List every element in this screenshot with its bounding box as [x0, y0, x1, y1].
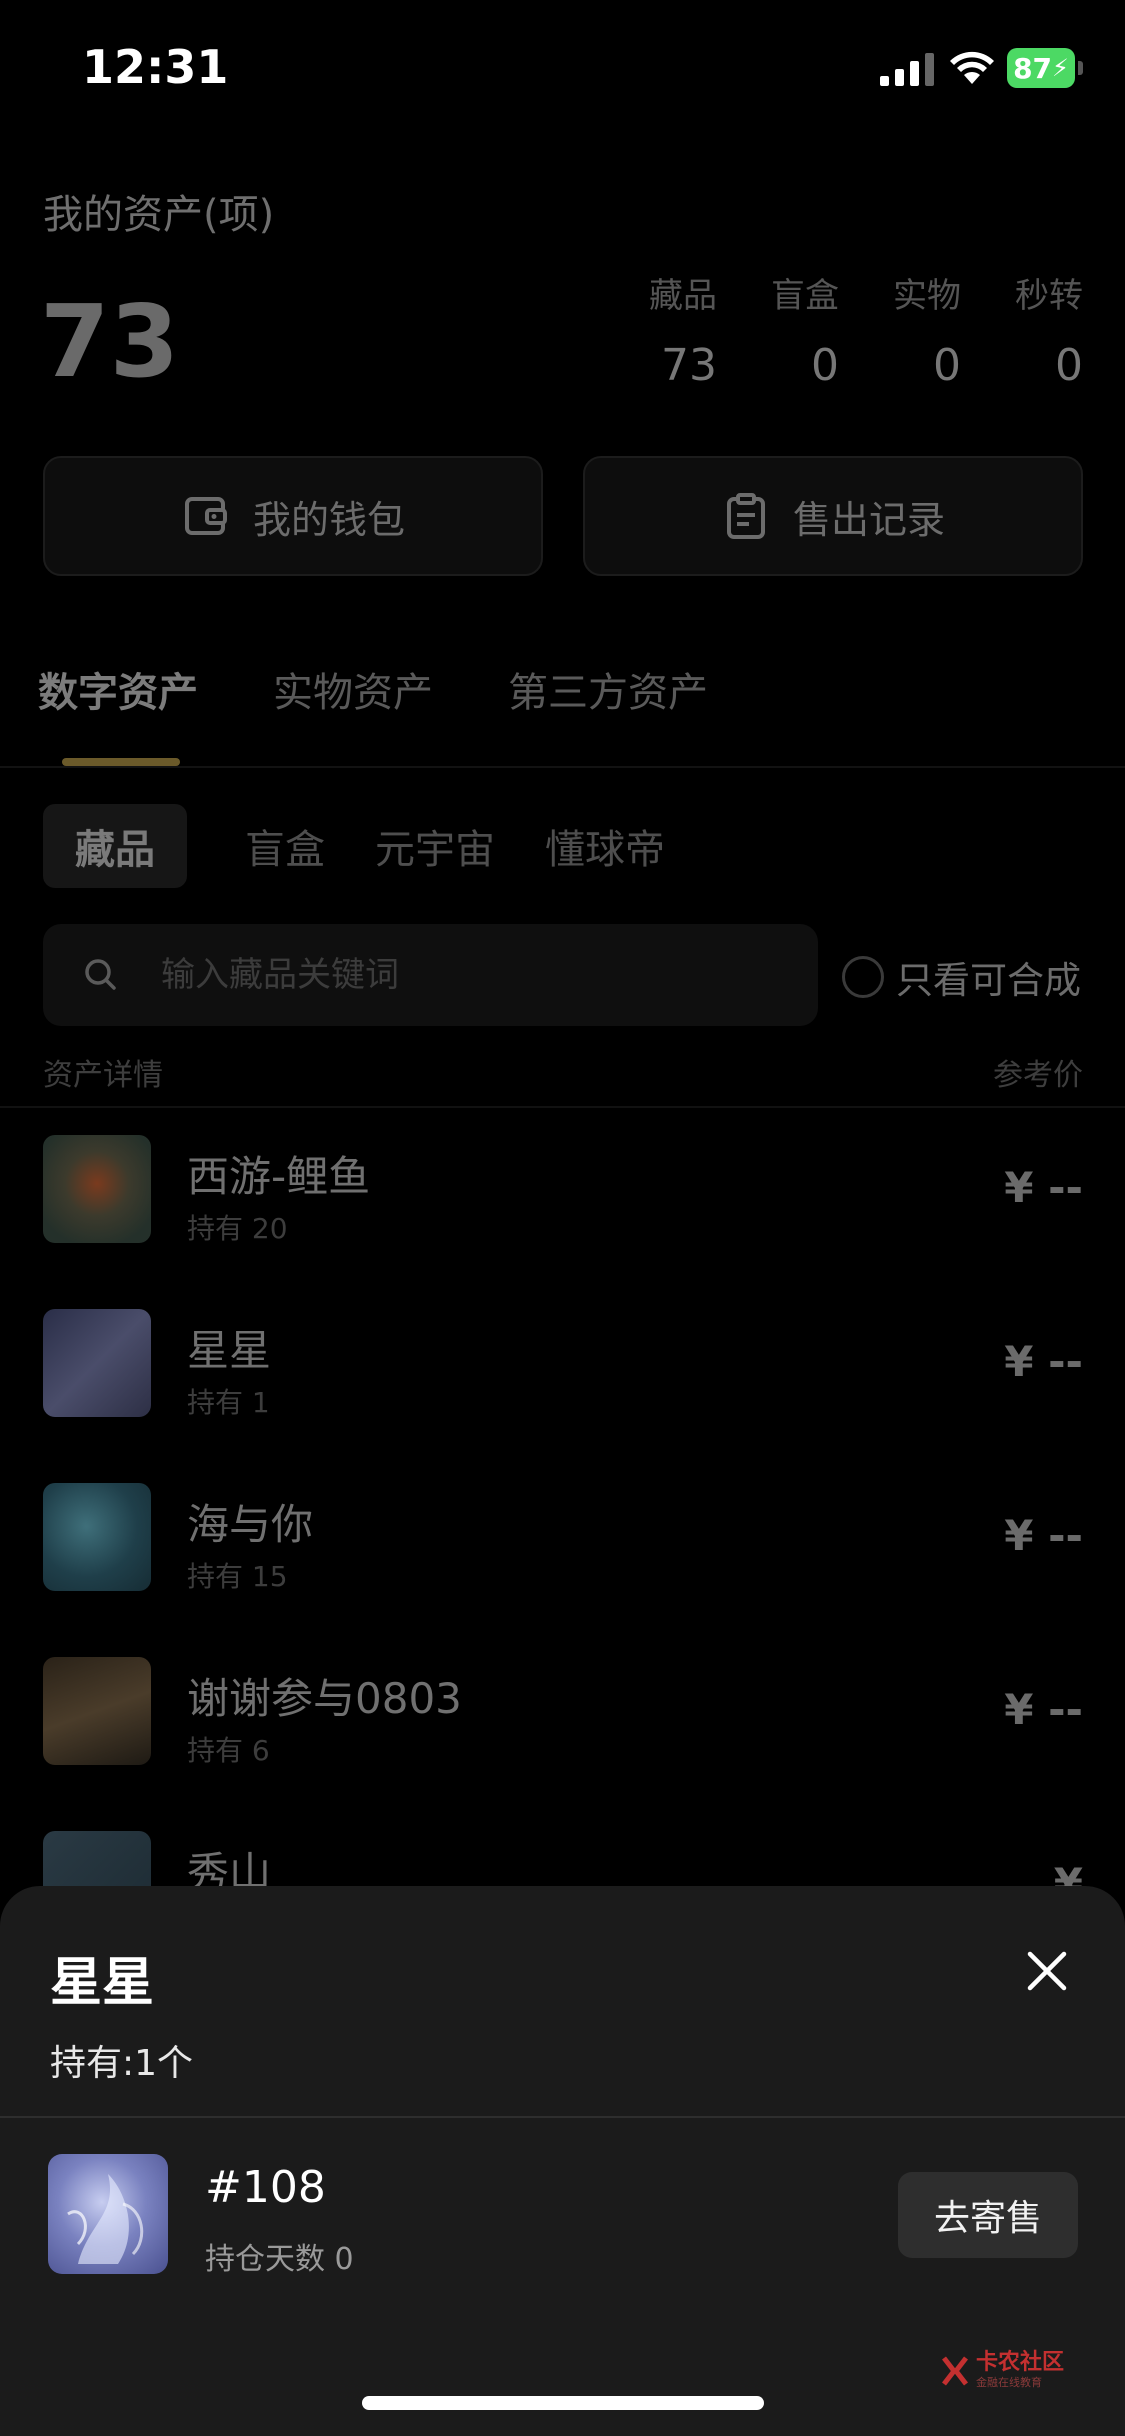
asset-total: 73 — [40, 283, 180, 400]
sheet-title: 星星 — [50, 1953, 155, 2013]
tab-indicator — [62, 758, 180, 766]
wallet-label: 我的钱包 — [252, 497, 405, 542]
watermark-logo-icon — [942, 2356, 968, 2386]
search-icon — [85, 959, 116, 990]
item-hold: 持有 20 — [187, 1212, 288, 1245]
battery-icon: 87 ⚡ — [1007, 48, 1085, 88]
cellular-signal-icon — [880, 53, 934, 86]
stat-blind-boxes[interactable]: 盲盒 0 — [717, 268, 839, 391]
list-item[interactable]: 海与你 持有 15 ¥ -- — [0, 1483, 1125, 1603]
holding-days: 持仓天数 0 — [205, 2242, 354, 2277]
main-tabs: 数字资产 实物资产 第三方资产 — [38, 660, 708, 718]
wallet-icon — [184, 497, 227, 535]
item-price: ¥ -- — [1004, 1685, 1083, 1734]
sub-tabs: 藏品 盲盒 元宇宙 懂球帝 — [43, 804, 665, 888]
item-hold: 持有 6 — [187, 1734, 270, 1767]
list-item[interactable]: 谢谢参与0803 持有 6 ¥ -- — [0, 1657, 1125, 1777]
item-name: 星星 — [187, 1326, 272, 1375]
watermark-subtext: 金融在线教育 — [976, 2376, 1042, 2389]
subtab-collectibles[interactable]: 藏品 — [43, 804, 187, 888]
item-thumbnail — [48, 2154, 168, 2274]
stat-value: 0 — [933, 340, 961, 391]
stat-physical[interactable]: 实物 0 — [839, 268, 961, 391]
item-price: ¥ -- — [1004, 1163, 1083, 1212]
clipboard-icon — [726, 493, 765, 539]
asset-title: 我的资产(项) — [43, 192, 275, 238]
stat-value: 0 — [811, 340, 839, 391]
stat-value: 73 — [661, 340, 717, 391]
list-header-details: 资产详情 — [43, 1058, 163, 1093]
item-thumbnail — [43, 1483, 151, 1591]
stat-label: 藏品 — [649, 276, 717, 316]
only-composable-toggle[interactable]: 只看可合成 — [842, 950, 1081, 1004]
stat-label: 盲盒 — [771, 276, 839, 316]
item-thumbnail — [43, 1309, 151, 1417]
stat-value: 0 — [1055, 340, 1083, 391]
status-bar: 12:31 87 ⚡ — [0, 0, 1125, 140]
tab-third-party-assets[interactable]: 第三方资产 — [508, 660, 708, 718]
item-number: #108 — [205, 2162, 326, 2213]
search-input[interactable] — [161, 955, 761, 995]
only-composable-label: 只看可合成 — [896, 959, 1081, 1002]
sheet-hold-count: 持有:1个 — [50, 2043, 194, 2084]
radio-icon[interactable] — [842, 956, 884, 998]
stat-label: 实物 — [893, 276, 961, 316]
wallet-button[interactable]: 我的钱包 — [43, 456, 543, 576]
artwork-image — [67, 2174, 144, 2264]
list-item[interactable]: 西游-鲤鱼 持有 20 ¥ -- — [0, 1135, 1125, 1255]
item-name: 西游-鲤鱼 — [187, 1152, 371, 1201]
item-name: 海与你 — [187, 1500, 314, 1549]
search-bar[interactable] — [43, 924, 818, 1026]
sales-record-button[interactable]: 售出记录 — [583, 456, 1083, 576]
stat-label: 秒转 — [1015, 276, 1083, 316]
list-header-price: 参考价 — [993, 1058, 1083, 1093]
divider — [0, 1106, 1125, 1108]
watermark-text: 卡农社区 — [976, 2350, 1065, 2375]
tab-digital-assets[interactable]: 数字资产 — [38, 660, 198, 718]
divider — [0, 2116, 1125, 2118]
status-time: 12:31 — [82, 40, 229, 94]
divider — [0, 766, 1125, 768]
asset-stats: 藏品 73 盲盒 0 实物 0 秒转 0 — [595, 268, 1083, 391]
subtab-metaverse[interactable]: 元宇宙 — [375, 817, 495, 875]
sales-record-label: 售出记录 — [792, 497, 945, 542]
tab-physical-assets[interactable]: 实物资产 — [273, 660, 433, 718]
list-item[interactable]: 星星 持有 1 ¥ -- — [0, 1309, 1125, 1429]
item-thumbnail — [43, 1135, 151, 1243]
item-name: 谢谢参与0803 — [187, 1674, 462, 1723]
item-price: ¥ -- — [1004, 1337, 1083, 1386]
stat-instant-transfer[interactable]: 秒转 0 — [961, 268, 1083, 391]
home-indicator[interactable] — [362, 2396, 764, 2410]
consign-button[interactable]: 去寄售 — [898, 2172, 1078, 2258]
wifi-icon — [950, 51, 994, 84]
stat-collectibles[interactable]: 藏品 73 — [595, 268, 717, 391]
subtab-blind-boxes[interactable]: 盲盒 — [245, 817, 325, 875]
list-header: 资产详情 参考价 — [43, 1050, 1083, 1094]
subtab-dongqiudi[interactable]: 懂球帝 — [545, 817, 665, 875]
watermark: 卡农社区 金融在线教育 — [940, 2350, 1070, 2392]
close-icon[interactable] — [1022, 1946, 1072, 1996]
item-hold: 持有 1 — [187, 1386, 270, 1419]
item-price: ¥ -- — [1004, 1511, 1083, 1560]
item-hold: 持有 15 — [187, 1560, 288, 1593]
battery-level: 87 — [1013, 51, 1053, 85]
action-buttons: 我的钱包 售出记录 — [43, 456, 1083, 576]
item-thumbnail — [43, 1657, 151, 1765]
